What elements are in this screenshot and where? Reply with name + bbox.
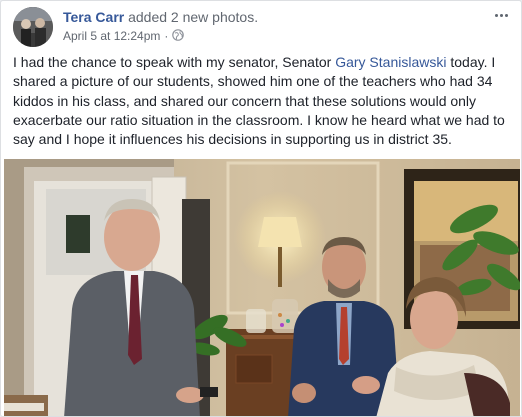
author-avatar[interactable] (13, 7, 53, 47)
ellipsis-icon[interactable] (491, 7, 511, 23)
post-header: Tera Carr added 2 new photos. April 5 at… (13, 7, 511, 47)
post-meta: April 5 at 12:24pm · (63, 28, 185, 45)
globe-icon[interactable] (172, 29, 185, 45)
meta-separator: · (164, 29, 169, 43)
post-title-line: Tera Carr added 2 new photos. (63, 8, 258, 26)
post-action-text: added 2 new photos. (128, 9, 259, 25)
post-photo[interactable] (4, 159, 520, 416)
author-name-link[interactable]: Tera Carr (63, 9, 124, 25)
feed-post: Tera Carr added 2 new photos. April 5 at… (0, 0, 522, 417)
tagged-person-link[interactable]: Gary Stanislawski (335, 54, 446, 70)
post-body-text: I had the chance to speak with my senato… (13, 53, 513, 149)
post-timestamp[interactable]: April 5 at 12:24pm (63, 29, 160, 43)
post-text-part: I had the chance to speak with my senato… (13, 54, 336, 70)
